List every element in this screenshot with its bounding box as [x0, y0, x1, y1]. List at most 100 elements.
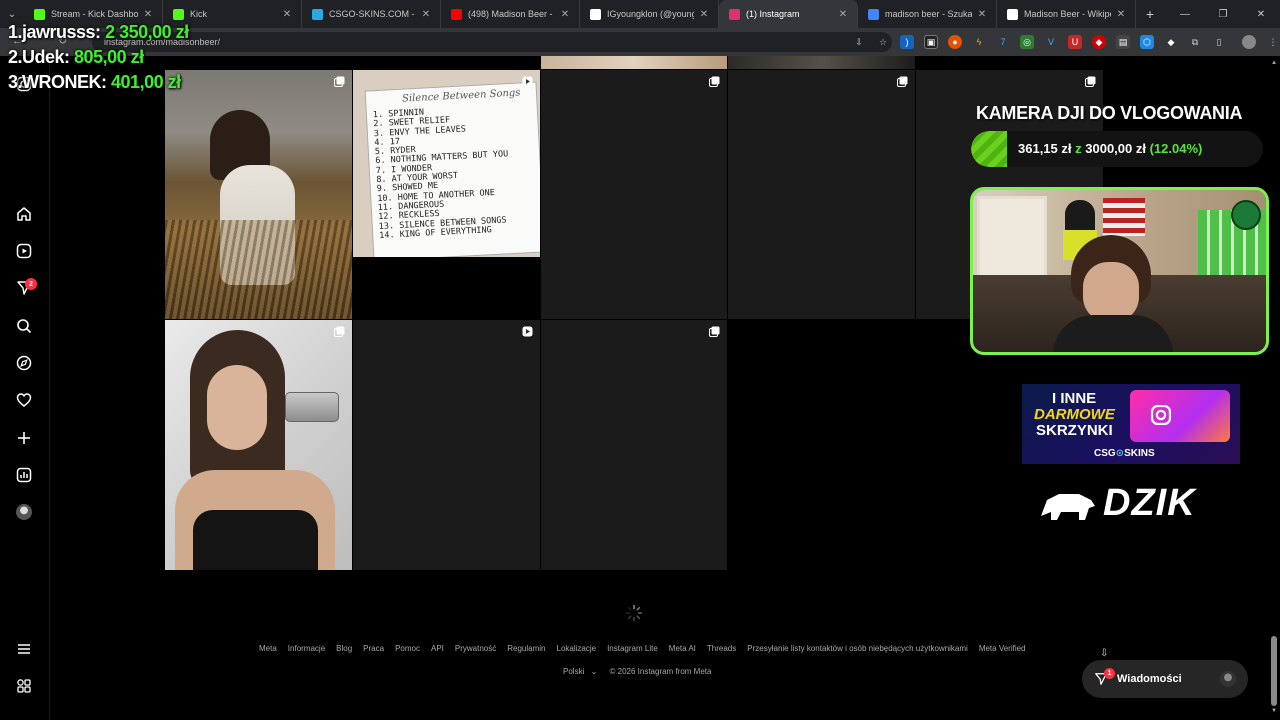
tab-close-icon[interactable]: ✕ — [698, 9, 710, 20]
carousel-icon — [709, 326, 720, 337]
tab-title: Madison Beer - Wikipedia — [1024, 9, 1111, 19]
search-icon[interactable] — [14, 316, 34, 336]
setlist-post-thumbnail[interactable]: Silence Between Songs 1. SPINNIN 2. SWEET… — [353, 70, 540, 257]
leaderboard-name: Udek: — [22, 47, 70, 67]
post-thumbnail[interactable] — [541, 320, 727, 570]
photo-grass — [165, 220, 352, 319]
extension-icon[interactable]: ▣ — [924, 35, 938, 49]
ad-brand-logo-icon: ⊙ — [1115, 448, 1125, 459]
footer-link[interactable]: Praca — [363, 644, 384, 653]
extension-icon[interactable]: ▤ — [1116, 35, 1130, 49]
footer-link[interactable]: Instagram Lite — [607, 644, 658, 653]
copyright-text: © 2026 Instagram from Meta — [609, 667, 712, 676]
extension-icon[interactable]: V — [1044, 35, 1058, 49]
notifications-heart-icon[interactable] — [14, 390, 34, 410]
instagram-icon — [1150, 404, 1172, 426]
browser-tab[interactable]: (498) Madison Beer - You ✕ — [441, 0, 580, 28]
goal-separator: z — [1075, 141, 1082, 156]
tab-close-icon[interactable]: ✕ — [559, 9, 571, 20]
reels-icon[interactable] — [14, 241, 34, 261]
footer-link[interactable]: API — [431, 644, 444, 653]
messages-button[interactable]: 1 Wiadomości — [1082, 660, 1248, 698]
explore-icon[interactable] — [14, 353, 34, 373]
webcam-overlay — [970, 187, 1269, 355]
address-bar[interactable]: instagram.com/madisonbeer/ — [92, 32, 892, 52]
browser-tab[interactable]: madison beer - Szukaj w ✕ — [858, 0, 997, 28]
post-thumbnail[interactable] — [165, 320, 352, 570]
post-thumbnail[interactable] — [728, 70, 915, 319]
extension-icon[interactable]: ◎ — [1020, 35, 1034, 49]
post-thumbnail[interactable] — [728, 56, 915, 69]
dashboard-icon[interactable] — [14, 465, 34, 485]
footer-link[interactable]: Informacje — [288, 644, 325, 653]
tab-title: IGyoungklon (@youngkl — [607, 9, 694, 19]
browser-tab[interactable]: CSGO-SKINS.COM - Najle ✕ — [302, 0, 441, 28]
carousel-icon — [1085, 76, 1096, 87]
profile-avatar[interactable] — [1242, 35, 1256, 49]
browser-tab[interactable]: (1) Instagram ✕ — [719, 0, 858, 28]
setlist-title: Silence Between Songs — [401, 87, 521, 105]
bookmark-star-icon[interactable]: ☆ — [876, 35, 890, 49]
loading-spinner-icon — [625, 604, 643, 622]
install-app-icon[interactable]: ⇩ — [852, 35, 866, 49]
ad-dzik-brand: DZIK — [1103, 482, 1196, 524]
create-plus-icon[interactable] — [14, 428, 34, 448]
leaderboard-amount: 2 350,00 zł — [105, 22, 189, 42]
footer-link[interactable]: Regulamin — [507, 644, 545, 653]
extension-icon[interactable]: ϟ — [972, 35, 986, 49]
donation-goal-bar: 361,15 zł z 3000,00 zł (12.04%) — [971, 131, 1263, 167]
language-select[interactable]: Polski — [563, 667, 584, 676]
ad-brand-part-2: SKINS — [1124, 448, 1155, 459]
footer-link[interactable]: Meta Verified — [979, 644, 1026, 653]
scrollbar-thumb[interactable] — [1271, 636, 1277, 706]
extension-icon[interactable]: 7 — [996, 35, 1010, 49]
scroll-up-arrow[interactable]: ▲ — [1271, 60, 1277, 66]
tab-close-icon[interactable]: ✕ — [420, 9, 432, 20]
extension-icon[interactable]: ⬡ — [1140, 35, 1154, 49]
footer-link[interactable]: Prywatność — [455, 644, 496, 653]
post-thumbnail[interactable] — [353, 320, 540, 570]
extension-icon[interactable]: ◆ — [1092, 35, 1106, 49]
post-thumbnail[interactable] — [541, 70, 727, 319]
tab-close-icon[interactable]: ✕ — [281, 9, 293, 20]
browser-tab[interactable]: IGyoungklon (@youngkl ✕ — [580, 0, 719, 28]
tab-close-icon[interactable]: ✕ — [1115, 9, 1127, 20]
footer-link[interactable]: Meta AI — [669, 644, 696, 653]
tab-close-icon[interactable]: ✕ — [976, 9, 988, 20]
footer-link[interactable]: Meta — [259, 644, 277, 653]
cam-logo — [1231, 200, 1261, 230]
also-from-meta-icon[interactable] — [14, 676, 34, 696]
footer-link[interactable]: Przesyłanie listy kontaktów i osób niebę… — [747, 644, 968, 653]
tab-strip: Stream - Kick Dashboard✕Kick✕CSGO-SKINS.… — [24, 0, 1136, 28]
footer-link[interactable]: Threads — [707, 644, 736, 653]
extension-icon[interactable]: ) — [900, 35, 914, 49]
more-menu-icon[interactable] — [14, 639, 34, 659]
footer-link[interactable]: Lokalizacje — [557, 644, 597, 653]
post-thumbnail[interactable] — [541, 56, 727, 69]
close-window-icon[interactable]: ✕ — [1242, 0, 1280, 28]
scroll-down-arrow[interactable]: ▼ — [1271, 708, 1277, 714]
page-scrollbar[interactable]: ▲ ▼ — [1270, 56, 1278, 720]
restore-icon[interactable]: ❐ — [1204, 0, 1242, 28]
extensions-puzzle-icon[interactable]: ⧉ — [1188, 35, 1202, 49]
minimize-icon[interactable]: — — [1166, 0, 1204, 28]
footer-link[interactable]: Pomoc — [395, 644, 420, 653]
sidebar-toggle-icon[interactable]: ▯ — [1212, 35, 1226, 49]
setlist-paper: Silence Between Songs 1. SPINNIN 2. SWEET… — [364, 81, 540, 257]
browser-tab[interactable]: Madison Beer - Wikipedia ✕ — [997, 0, 1136, 28]
new-tab-button[interactable]: + — [1136, 6, 1164, 22]
extension-icon[interactable]: U — [1068, 35, 1082, 49]
post-thumbnail[interactable] — [165, 70, 352, 319]
home-icon[interactable] — [14, 204, 34, 224]
extension-icon[interactable]: ● — [948, 35, 962, 49]
browser-menu-icon[interactable]: ⋮ — [1266, 35, 1280, 49]
notification-badge: 2 — [25, 278, 37, 290]
profile-avatar[interactable] — [14, 502, 34, 522]
leaderboard-rank: 2. — [8, 47, 23, 67]
tab-close-icon[interactable]: ✕ — [837, 9, 849, 20]
tab-close-icon[interactable]: ✕ — [142, 9, 154, 20]
footer-links: Meta Informacje Blog Praca Pomoc API Prywatnoś… — [259, 644, 1037, 653]
extension-icon[interactable]: ◆ — [1164, 35, 1178, 49]
footer-link[interactable]: Blog — [336, 644, 352, 653]
ad-line-1: I INNE — [1052, 390, 1097, 407]
